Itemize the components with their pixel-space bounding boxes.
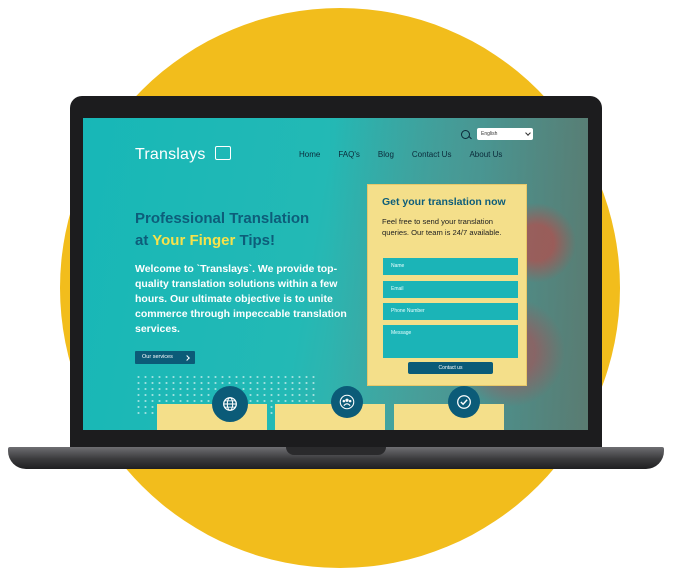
- chevron-right-icon: [184, 354, 190, 361]
- nav-item-blog[interactable]: Blog: [378, 150, 394, 159]
- phone-field[interactable]: Phone Number: [383, 303, 518, 320]
- form-title: Get your translation now: [382, 196, 506, 208]
- nav-item-about-us[interactable]: About Us: [469, 150, 502, 159]
- laptop-notch: [286, 447, 386, 455]
- team-icon: [331, 386, 363, 418]
- hero-title-line2: at Your Finger Tips!: [135, 230, 309, 252]
- chevron-down-icon: [525, 130, 531, 136]
- hero-title-line1: Professional Translation: [135, 210, 310, 227]
- hero-title-prefix: at: [135, 232, 153, 249]
- message-field[interactable]: Message: [383, 325, 518, 358]
- name-field[interactable]: Name: [383, 258, 518, 275]
- chat-bubble-logo-icon: [215, 146, 231, 160]
- nav-item-home[interactable]: Home: [299, 150, 320, 159]
- language-select-value: English: [481, 131, 498, 137]
- form-description: Feel free to send your translation queri…: [382, 217, 502, 237]
- hero-title: Professional Translation at Your Finger …: [135, 208, 309, 252]
- email-field[interactable]: Email: [383, 281, 518, 298]
- nav-item-faqs[interactable]: FAQ's: [338, 150, 360, 159]
- feature-card-2: [275, 404, 385, 430]
- check-badge-icon: [448, 386, 480, 418]
- translation-request-form: Get your translation now Feel free to se…: [367, 184, 527, 386]
- contact-us-button[interactable]: Contact us: [408, 362, 493, 374]
- hero-title-suffix: Tips!: [235, 232, 276, 249]
- nav-item-contact-us[interactable]: Contact Us: [412, 150, 452, 159]
- hero-title-accent: Your Finger: [152, 232, 236, 249]
- website-screen: Translays English Home FAQ's Blog Contac…: [83, 118, 588, 430]
- globe-icon: [212, 386, 248, 422]
- brand-logo[interactable]: Translays: [135, 146, 206, 164]
- hero-description: Welcome to `Translays`. We provide top-q…: [135, 263, 347, 335]
- main-nav: Home FAQ's Blog Contact Us About Us: [299, 150, 502, 159]
- our-services-label: Our services: [142, 354, 173, 360]
- search-icon[interactable]: [461, 130, 470, 139]
- our-services-button[interactable]: Our services: [135, 351, 195, 364]
- language-select[interactable]: English: [477, 128, 533, 140]
